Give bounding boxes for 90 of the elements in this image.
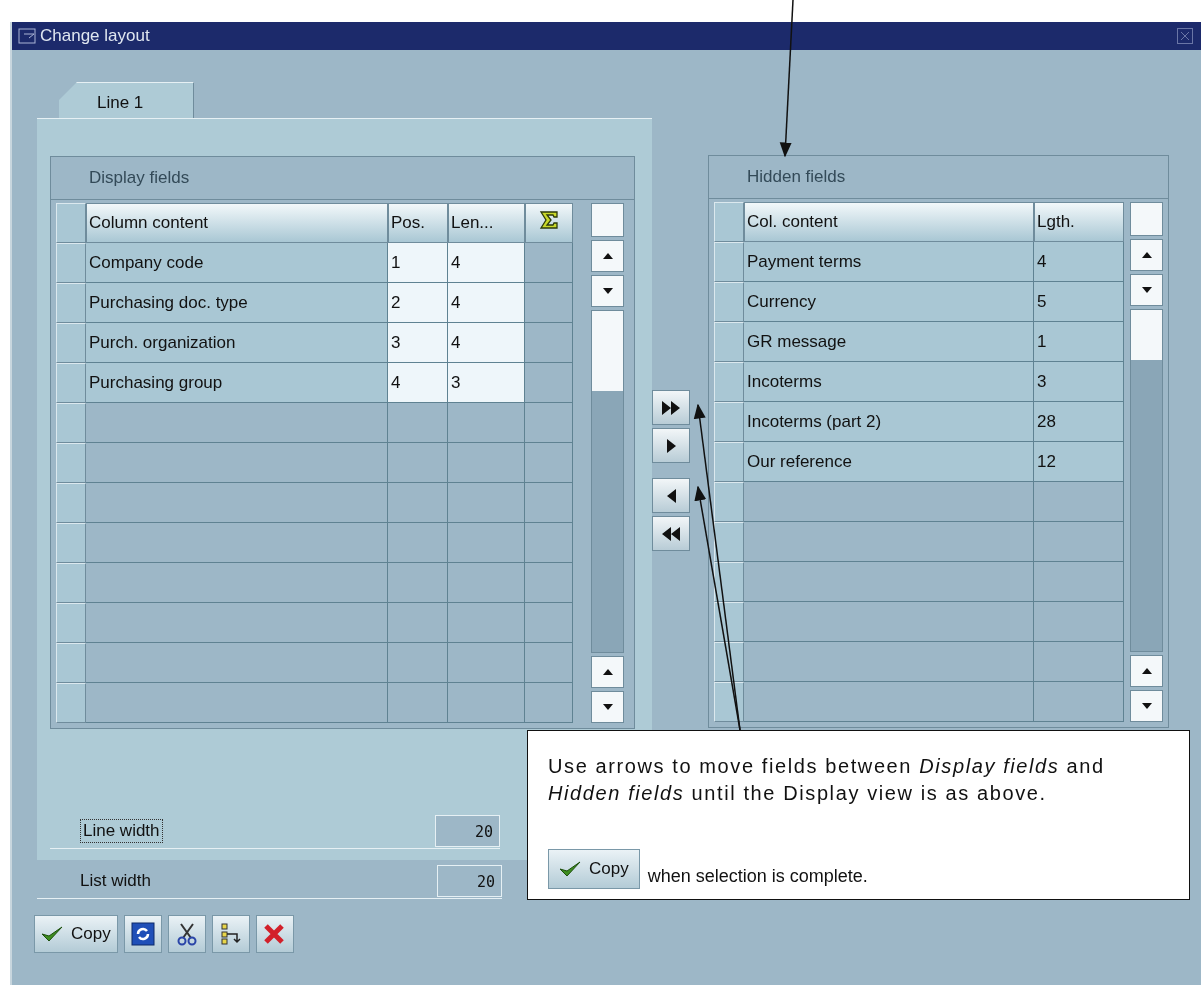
select-all-button[interactable] (56, 203, 86, 243)
cross-icon (262, 923, 285, 945)
input-field[interactable]: 1 (388, 243, 448, 283)
row-selector[interactable] (714, 562, 744, 602)
table-cell: Company code (86, 243, 388, 283)
scroll-up-button[interactable] (1130, 655, 1163, 687)
down-arrow-icon (602, 704, 613, 710)
left-arrow-icon (665, 487, 677, 504)
input-field[interactable]: 2 (388, 283, 448, 323)
table-cell: Purchasing group (86, 363, 388, 403)
close-icon[interactable] (1177, 28, 1193, 44)
row-selector[interactable] (714, 642, 744, 682)
select-all-button[interactable] (714, 202, 744, 242)
double-left-arrow-icon (661, 525, 681, 542)
table-cell: Purch. organization (86, 323, 388, 363)
table-cell: Payment terms (744, 242, 1034, 282)
table-cell: Currency (744, 282, 1034, 322)
input-field[interactable]: 3 (448, 363, 525, 403)
window-icon (18, 28, 36, 44)
input-field[interactable]: 3 (388, 323, 448, 363)
input-field[interactable]: 4 (388, 363, 448, 403)
input-field[interactable]: 4 (448, 243, 525, 283)
column-header[interactable]: Column content (86, 203, 388, 243)
move-left-button[interactable] (652, 478, 690, 513)
table-cell: Incoterms (744, 362, 1034, 402)
group-title: Hidden fields (709, 156, 1168, 199)
refresh-icon (130, 922, 155, 946)
copy-button[interactable]: Copy (548, 849, 640, 889)
instruction-text: when selection is complete. (647, 866, 868, 888)
hierarchy-button[interactable] (211, 915, 250, 953)
up-arrow-icon (1141, 668, 1152, 674)
group-title: Display fields (51, 157, 634, 200)
scrollbar-thumb[interactable] (1131, 310, 1162, 360)
row-selector[interactable] (714, 602, 744, 642)
up-arrow-icon (602, 253, 613, 259)
line-width-field: 20 (435, 815, 500, 847)
scroll-up-button[interactable] (1130, 239, 1163, 271)
down-arrow-icon (602, 288, 613, 294)
move-all-left-button[interactable] (652, 516, 690, 551)
up-arrow-icon (602, 669, 613, 675)
table-cell: Our reference (744, 442, 1034, 482)
table-cell: GR message (744, 322, 1034, 362)
hierarchy-icon (218, 922, 243, 946)
field-label: List width (79, 870, 152, 892)
scroll-up-button[interactable] (591, 656, 624, 688)
input-field[interactable]: 4 (448, 323, 525, 363)
column-header[interactable] (525, 203, 573, 243)
table-cell: 12 (1034, 442, 1124, 482)
scroll-down-button[interactable] (591, 691, 624, 723)
down-arrow-icon (1141, 703, 1152, 709)
table-cell: 28 (1034, 402, 1124, 442)
row-selector[interactable] (714, 682, 744, 722)
up-arrow-icon (1141, 252, 1152, 258)
scroll-down-button[interactable] (591, 275, 624, 307)
checkmark-icon (41, 925, 63, 943)
refresh-button[interactable] (123, 915, 162, 953)
column-header[interactable]: Len... (448, 203, 525, 243)
table-cell: Incoterms (part 2) (744, 402, 1034, 442)
sigma-icon (539, 210, 559, 230)
table-cell: 3 (1034, 362, 1124, 402)
move-right-button[interactable] (652, 428, 690, 463)
cancel-button[interactable] (255, 915, 294, 953)
table-cell: Purchasing doc. type (86, 283, 388, 323)
tab[interactable]: Line 1 (59, 82, 194, 118)
table-cell: 4 (1034, 242, 1124, 282)
scrollbar-corner[interactable] (1130, 202, 1163, 236)
window-title: Change layout (40, 26, 151, 46)
table-cell: 5 (1034, 282, 1124, 322)
scroll-down-button[interactable] (1130, 274, 1163, 306)
field-label: Line width (80, 819, 163, 843)
column-header[interactable]: Lgth. (1034, 202, 1124, 242)
column-header[interactable]: Pos. (388, 203, 448, 243)
move-all-right-button[interactable] (652, 390, 690, 425)
copy-button[interactable]: Copy (34, 915, 118, 953)
down-arrow-icon (1141, 287, 1152, 293)
scroll-down-button[interactable] (1130, 690, 1163, 722)
scrollbar-corner[interactable] (591, 203, 624, 237)
right-arrow-icon (665, 437, 677, 454)
column-header[interactable]: Col. content (744, 202, 1034, 242)
cut-button[interactable] (167, 915, 206, 953)
list-width-field: 20 (437, 865, 502, 897)
scrollbar-thumb[interactable] (592, 311, 623, 391)
scrollbar-track[interactable] (591, 310, 624, 653)
table-cell: 1 (1034, 322, 1124, 362)
input-field[interactable]: 4 (448, 283, 525, 323)
row-selector[interactable] (714, 522, 744, 562)
scroll-up-button[interactable] (591, 240, 624, 272)
double-right-arrow-icon (661, 399, 681, 416)
scrollbar-track[interactable] (1130, 309, 1163, 652)
instruction-text: Use arrows to move fields between Display fields and Hidden fields until the Display view is as above. (548, 754, 1106, 806)
